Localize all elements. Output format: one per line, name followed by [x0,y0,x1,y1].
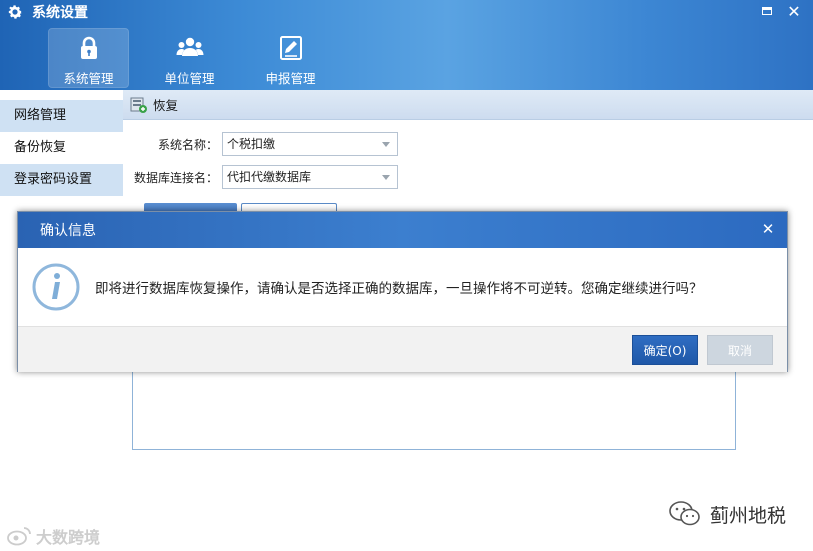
dialog-close-button[interactable]: ✕ [761,222,775,237]
sidebar-item-login-password[interactable]: 登录密码设置 [0,164,123,196]
tab-declaration-management[interactable]: 申报管理 [250,28,331,88]
watermark-left-text: 大数跨境 [36,528,101,547]
lock-icon [80,36,97,59]
system-name-value: 个税扣缴 [227,137,276,151]
system-name-row: 系统名称： 个税扣缴 [134,132,398,156]
system-name-label: 系统名称： [157,137,218,152]
db-connection-label: 数据库连接名： [134,170,219,185]
restore-window-icon [762,7,772,15]
db-connection-row: 数据库连接名： 代扣代缴数据库 [134,165,398,189]
cancel-button[interactable]: 取消 [707,335,773,365]
info-icon [32,263,80,311]
db-connection-value: 代扣代缴数据库 [227,170,312,184]
confirm-dialog: 确认信息 ✕ 即将进行数据库恢复操作，请确认是否选择正确的数据库，一旦操作将不可… [17,211,788,372]
ok-button[interactable]: 确定(O) [632,335,698,365]
tab-unit-management[interactable]: 单位管理 [149,28,230,88]
tab-label: 系统管理 [63,71,114,86]
dialog-title: 确认信息 [40,223,96,239]
panel-header: 恢复 [123,90,813,120]
chevron-down-icon [382,142,390,147]
close-window-button[interactable]: ✕ [786,1,802,21]
app-header: 系统设置 ✕ 系统管理 单位管理 申报管理 [0,0,813,90]
app-title: 系统设置 [32,5,88,21]
weibo-icon [7,527,31,546]
dialog-body: 即将进行数据库恢复操作，请确认是否选择正确的数据库，一旦操作将不可逆转。您确定继… [18,248,787,326]
panel-title: 恢复 [153,98,179,113]
dialog-footer: 确定(O) 取消 [18,326,787,372]
dialog-message: 即将进行数据库恢复操作，请确认是否选择正确的数据库，一旦操作将不可逆转。您确定继… [95,281,703,297]
chevron-down-icon [382,175,390,180]
tab-label: 单位管理 [164,71,215,86]
users-icon [176,37,203,56]
tab-system-management[interactable]: 系统管理 [48,28,129,88]
restore-button[interactable] [759,3,775,19]
sidebar: 网络管理 备份恢复 登录密码设置 [0,100,123,196]
close-icon: ✕ [787,1,801,21]
watermark-right: 蓟州地税 [668,500,786,528]
wechat-icon [669,501,700,526]
sidebar-item-network[interactable]: 网络管理 [0,100,123,132]
tab-label: 申报管理 [265,71,316,86]
sidebar-item-backup-restore[interactable]: 备份恢复 [0,132,123,164]
title-bar: 系统设置 [6,2,88,22]
watermark-right-text: 蓟州地税 [710,504,787,527]
gear-icon [8,5,23,19]
edit-form-icon [279,36,302,60]
dialog-title-bar: 确认信息 ✕ [18,212,787,248]
main-nav: 系统管理 单位管理 申报管理 [48,28,351,88]
system-name-select[interactable]: 个税扣缴 [222,132,398,156]
watermark-left: 大数跨境 [6,524,100,548]
db-connection-select[interactable]: 代扣代缴数据库 [222,165,398,189]
output-log-box [132,368,736,450]
database-restore-icon [130,97,147,113]
